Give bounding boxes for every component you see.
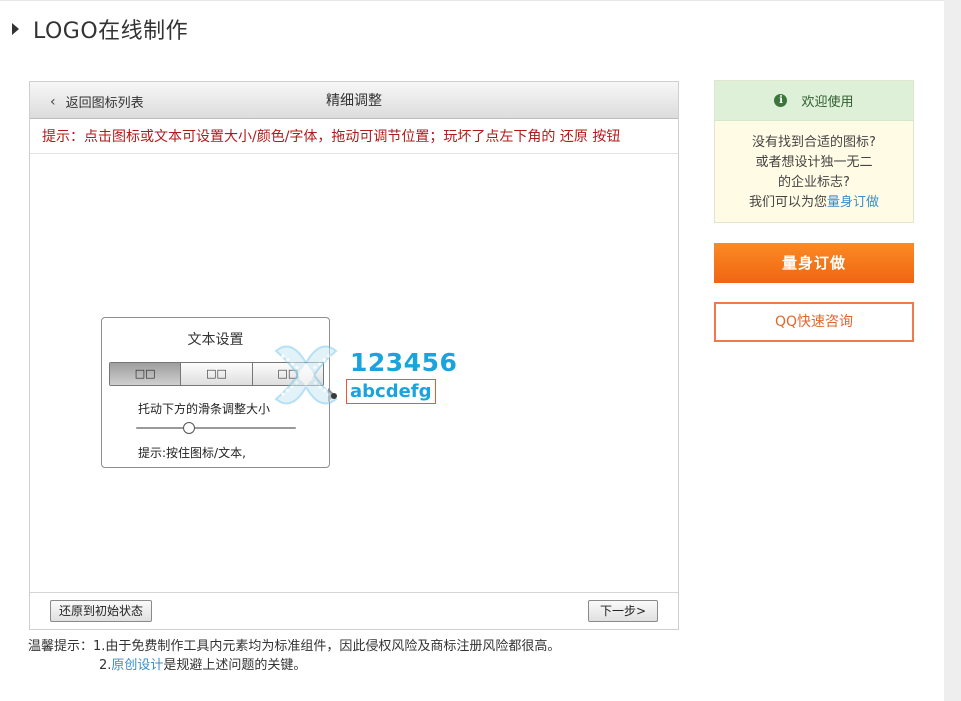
size-slider-label: 托动下方的滑条调整大小 [138, 402, 271, 416]
welcome-panel: i 欢迎使用 没有找到合适的图标? 或者想设计独一无二 的企业标志? 我们可以为… [714, 80, 914, 223]
text-settings-tab-2[interactable]: □□ [180, 363, 252, 385]
welcome-title: 欢迎使用 [801, 95, 854, 110]
logo-editor: ‹ 返回图标列表 精细调整 提示：点击图标或文本可设置大小/颜色/字体，拖动可调… [29, 81, 679, 630]
custom-design-button[interactable]: 量身订做 [714, 243, 914, 283]
notice-line-2-suffix: 是规避上述问题的关键。 [163, 658, 307, 673]
notice-line-1: 1.由于免费制作工具内元素均为标准组件，因此侵权风险及商标注册风险都很高。 [93, 639, 561, 654]
size-slider-track[interactable] [136, 427, 296, 429]
welcome-line-1: 没有找到合适的图标? [752, 135, 876, 150]
original-design-link[interactable]: 原创设计 [111, 658, 163, 673]
text-settings-tab-1[interactable]: □□ [110, 363, 181, 385]
welcome-line-4: 我们可以为您量身订做 [715, 193, 913, 213]
notice-row-2: 2.原创设计是规避上述问题的关键。 [28, 656, 560, 675]
text-settings-tip: 提示:按住图标/文本, [138, 446, 246, 460]
warm-notice: 温馨提示：1.由于免费制作工具内元素均为标准组件，因此侵权风险及商标注册风险都很… [28, 637, 560, 675]
scrollbar-track[interactable] [944, 0, 961, 701]
notice-row-1: 温馨提示：1.由于免费制作工具内元素均为标准组件，因此侵权风险及商标注册风险都很… [28, 637, 560, 656]
page-title: LOGO在线制作 [33, 19, 189, 44]
triangle-right-icon [12, 23, 19, 35]
logo-number-text[interactable]: 123456 [350, 348, 457, 377]
divider [30, 592, 678, 593]
editor-title: 精细调整 [326, 93, 382, 109]
editor-hint: 提示：点击图标或文本可设置大小/颜色/字体，拖动可调节位置；玩坏了点左下角的 还… [42, 129, 621, 145]
next-step-button[interactable]: 下一步> [588, 600, 658, 622]
welcome-body: 没有找到合适的图标? 或者想设计独一无二 的企业标志? 我们可以为您量身订做 [715, 121, 913, 213]
welcome-header: i 欢迎使用 [715, 81, 913, 121]
welcome-line-3: 的企业标志? [778, 175, 850, 190]
custom-design-link[interactable]: 量身订做 [827, 195, 879, 210]
reset-button[interactable]: 还原到初始状态 [50, 600, 152, 622]
cross-ribbon-logo-icon[interactable] [268, 337, 344, 413]
qq-consult-button[interactable]: QQ快速咨询 [714, 302, 914, 342]
logo-text-selected[interactable]: abcdefg [346, 379, 436, 404]
notice-prefix: 温馨提示： [28, 639, 94, 654]
size-slider-handle[interactable] [182, 422, 195, 434]
welcome-line-4-text: 我们可以为您 [748, 195, 827, 210]
welcome-line-2: 或者想设计独一无二 [755, 155, 873, 170]
page-header: LOGO在线制作 [12, 14, 188, 44]
top-border [0, 0, 944, 1]
notice-line-2-prefix: 2. [99, 658, 112, 673]
info-icon: i [774, 94, 788, 107]
selection-handle[interactable] [331, 393, 337, 399]
editor-toolbar: ‹ 返回图标列表 精细调整 [30, 82, 678, 119]
design-canvas[interactable]: 文本设置 □□ □□ □□ 托动下方的滑条调整大小 提示:按住图标/文本, 12… [30, 154, 678, 592]
